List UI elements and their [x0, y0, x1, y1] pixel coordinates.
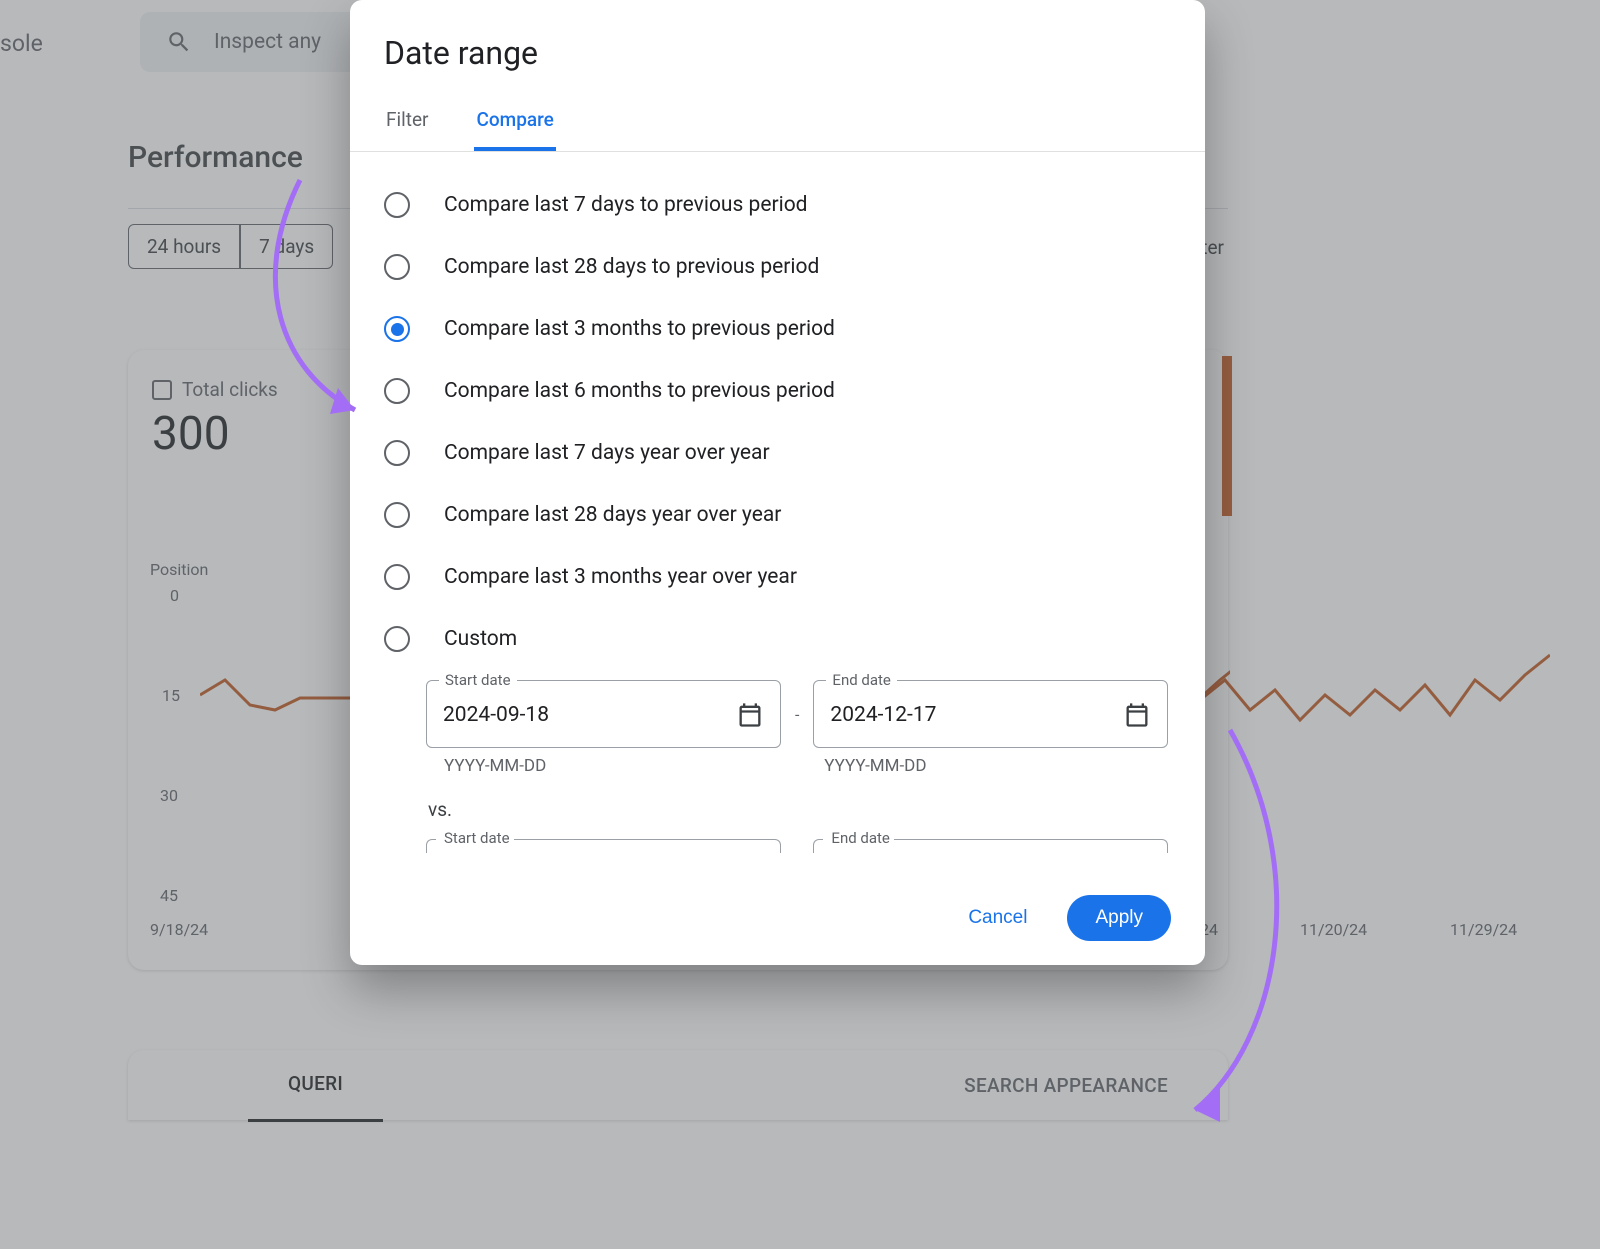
option-label: Custom	[444, 627, 517, 651]
option-7-days-prev[interactable]: Compare last 7 days to previous period	[384, 174, 1171, 236]
end-date-field-2[interactable]: End date	[813, 839, 1168, 873]
date-separator: -	[793, 705, 801, 724]
field-legend: End date	[827, 829, 893, 847]
field-legend: Start date	[440, 829, 514, 847]
radio-icon	[384, 502, 410, 528]
option-label: Compare last 7 days year over year	[444, 441, 770, 465]
option-label: Compare last 3 months year over year	[444, 565, 797, 589]
tab-filter[interactable]: Filter	[384, 94, 430, 151]
option-label: Compare last 6 months to previous period	[444, 379, 835, 403]
calendar-icon[interactable]	[1123, 701, 1151, 729]
option-6-months-prev[interactable]: Compare last 6 months to previous period	[384, 360, 1171, 422]
start-date-field[interactable]: Start date 2024-09-18	[426, 680, 781, 748]
vs-label: vs.	[426, 776, 1171, 839]
apply-button[interactable]: Apply	[1067, 895, 1171, 941]
radio-options: Compare last 7 days to previous period C…	[350, 152, 1205, 674]
start-date-value: 2024-09-18	[443, 703, 549, 727]
radio-icon	[384, 626, 410, 652]
radio-icon	[384, 192, 410, 218]
format-hint-start: YYYY-MM-DD	[426, 748, 546, 776]
option-label: Compare last 7 days to previous period	[444, 193, 808, 217]
format-hint-end: YYYY-MM-DD	[806, 748, 926, 776]
radio-icon	[384, 564, 410, 590]
option-28-days-prev[interactable]: Compare last 28 days to previous period	[384, 236, 1171, 298]
end-date-field[interactable]: End date 2024-12-17	[813, 680, 1168, 748]
option-label: Compare last 28 days year over year	[444, 503, 781, 527]
radio-icon	[384, 378, 410, 404]
option-7-days-yoy[interactable]: Compare last 7 days year over year	[384, 422, 1171, 484]
end-date-value: 2024-12-17	[830, 703, 936, 727]
tab-compare[interactable]: Compare	[474, 94, 555, 151]
option-label: Compare last 3 months to previous period	[444, 317, 835, 341]
field-legend: Start date	[439, 671, 517, 689]
option-3-months-yoy[interactable]: Compare last 3 months year over year	[384, 546, 1171, 608]
cancel-button[interactable]: Cancel	[950, 895, 1045, 941]
option-label: Compare last 28 days to previous period	[444, 255, 819, 279]
modal-tabs: Filter Compare	[350, 94, 1205, 152]
option-28-days-yoy[interactable]: Compare last 28 days year over year	[384, 484, 1171, 546]
modal-actions: Cancel Apply	[350, 873, 1205, 941]
modal-title: Date range	[350, 0, 1205, 94]
radio-icon	[384, 254, 410, 280]
radio-icon-selected	[384, 316, 410, 342]
field-legend: End date	[826, 671, 896, 689]
option-custom[interactable]: Custom	[384, 608, 1171, 670]
option-3-months-prev[interactable]: Compare last 3 months to previous period	[384, 298, 1171, 360]
radio-icon	[384, 440, 410, 466]
date-range-modal: Date range Filter Compare Compare last 7…	[350, 0, 1205, 965]
calendar-icon[interactable]	[736, 701, 764, 729]
start-date-field-2[interactable]: Start date	[426, 839, 781, 873]
custom-date-block: Start date 2024-09-18 - End date 2024-12…	[350, 674, 1205, 873]
